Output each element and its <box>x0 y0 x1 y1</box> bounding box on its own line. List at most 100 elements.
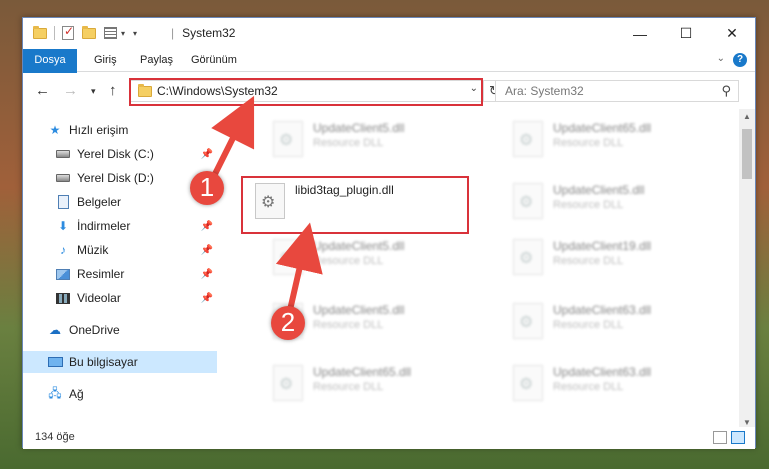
file-name: UpdateClient63.dll <box>553 365 652 379</box>
sidebar-item-onedrive[interactable]: ☁ OneDrive <box>23 319 217 341</box>
chevron-down-icon[interactable]: ▾ <box>121 29 125 38</box>
download-icon: ⬇ <box>57 219 69 233</box>
search-input[interactable]: Ara: System32 ⚲ <box>495 80 739 102</box>
file-type: Resource DLL <box>553 381 624 393</box>
file-name: UpdateClient5.dll <box>553 183 645 197</box>
search-icon[interactable]: ⚲ <box>721 83 731 99</box>
pin-icon: 📌 <box>200 220 213 232</box>
file-item[interactable]: UpdateClient65.dll Resource DLL <box>265 361 495 409</box>
dll-file-icon <box>513 183 543 219</box>
vertical-scrollbar[interactable]: ▲ ▼ <box>739 109 755 431</box>
item-count: 134 öğe <box>35 431 75 443</box>
title-bar: ▾ ▾ | System32 — ☐ ✕ <box>23 18 755 49</box>
file-item[interactable]: UpdateClient5.dll Resource DLL <box>265 235 495 283</box>
close-button[interactable]: ✕ <box>709 18 755 49</box>
forward-button[interactable]: → <box>63 82 78 99</box>
network-icon: 🖧 <box>48 385 62 400</box>
file-type: Resource DLL <box>313 381 384 393</box>
details-view-button[interactable] <box>713 431 727 444</box>
file-list: UpdateClient5.dll Resource DLL libid3tag… <box>217 109 741 431</box>
sidebar-item-label: İndirmeler <box>77 219 131 233</box>
disk-icon <box>55 147 71 161</box>
sidebar-item-network[interactable]: 🖧 Ağ <box>23 383 217 405</box>
new-folder-icon[interactable] <box>82 25 96 39</box>
disk-icon <box>55 171 71 185</box>
file-item[interactable]: UpdateClient65.dll Resource DLL <box>505 117 735 165</box>
large-icons-view-button[interactable] <box>731 431 745 444</box>
tab-paylas[interactable]: Paylaş <box>140 49 173 72</box>
star-icon: ★ <box>49 123 61 137</box>
dll-file-icon <box>273 239 303 275</box>
file-name: libid3tag_plugin.dll <box>295 183 394 197</box>
sidebar-item-this-pc[interactable]: Bu bilgisayar <box>23 351 217 373</box>
minimize-button[interactable]: — <box>617 18 663 49</box>
address-path[interactable]: C:\Windows\System32 <box>157 84 278 98</box>
sidebar-item-label: Müzik <box>77 243 109 257</box>
help-icon[interactable]: ? <box>733 53 747 67</box>
file-item[interactable]: UpdateClient19.dll Resource DLL <box>505 235 735 283</box>
music-icon: ♪ <box>60 243 66 257</box>
documents-icon <box>55 195 71 209</box>
dll-file-icon <box>273 303 303 339</box>
file-item[interactable]: UpdateClient5.dll Resource DLL <box>265 117 495 165</box>
file-item[interactable]: UpdateClient5.dll Resource DLL <box>505 179 735 227</box>
customize-toolbar-icon[interactable] <box>104 27 117 39</box>
dll-file-icon <box>513 121 543 157</box>
videos-icon <box>55 291 71 305</box>
sidebar-item-local-disk-d[interactable]: Yerel Disk (D:) <box>23 167 217 189</box>
sidebar-item-label: Bu bilgisayar <box>69 355 138 369</box>
folder-icon <box>138 84 152 97</box>
file-type: Resource DLL <box>553 199 624 211</box>
toolbar-separator <box>54 26 55 40</box>
sidebar-item-label: Belgeler <box>77 195 122 209</box>
file-name: UpdateClient63.dll <box>553 303 652 317</box>
status-bar: 134 öğe <box>23 427 755 449</box>
window-controls: — ☐ ✕ <box>617 18 755 49</box>
quick-access-toolbar: ▾ ▾ <box>33 24 137 40</box>
properties-check-icon[interactable] <box>62 24 74 40</box>
sidebar-item-downloads[interactable]: ⬇ İndirmeler 📌 <box>23 215 217 237</box>
file-item[interactable]: UpdateClient63.dll Resource DLL <box>505 361 735 409</box>
sidebar-item-videos[interactable]: Videolar 📌 <box>23 287 217 309</box>
file-name: UpdateClient5.dll <box>313 303 405 317</box>
sidebar-item-label: Yerel Disk (D:) <box>77 171 154 185</box>
sidebar-item-local-disk-c[interactable]: Yerel Disk (C:) 📌 <box>23 143 217 165</box>
dll-file-icon <box>273 365 303 401</box>
sidebar-item-documents[interactable]: Belgeler <box>23 191 217 213</box>
file-item[interactable]: UpdateClient63.dll Resource DLL <box>505 299 735 347</box>
cloud-icon: ☁ <box>49 323 61 337</box>
tab-gorunum[interactable]: Görünüm <box>191 49 237 72</box>
navigation-pane: ★ Hızlı erişim Yerel Disk (C:) 📌 Yerel D… <box>23 109 217 431</box>
toolbar-dropdown-icon[interactable]: ▾ <box>133 29 137 38</box>
sidebar-item-music[interactable]: ♪ Müzik 📌 <box>23 239 217 261</box>
file-type: Resource DLL <box>313 137 384 149</box>
maximize-button[interactable]: ☐ <box>663 18 709 49</box>
file-item-libid3tag[interactable]: libid3tag_plugin.dll <box>247 179 477 227</box>
expand-ribbon-icon[interactable]: ⌄ <box>717 53 725 64</box>
file-type: Resource DLL <box>313 319 384 331</box>
up-button[interactable]: ↑ <box>109 82 117 99</box>
sidebar-item-quick-access[interactable]: ★ Hızlı erişim <box>23 119 217 141</box>
scroll-up-icon[interactable]: ▲ <box>739 109 755 125</box>
file-item[interactable]: UpdateClient5.dll Resource DLL <box>265 299 495 347</box>
scrollbar-thumb[interactable] <box>742 129 752 179</box>
pin-icon: 📌 <box>200 148 213 160</box>
pin-icon: 📌 <box>200 268 213 280</box>
file-name: UpdateClient5.dll <box>313 121 405 135</box>
back-button[interactable]: ← <box>35 82 50 99</box>
folder-icon <box>33 25 47 39</box>
sidebar-item-label: Resimler <box>77 267 125 281</box>
view-toggle <box>713 431 745 444</box>
chevron-down-icon[interactable]: ⌄ <box>470 83 478 94</box>
computer-icon <box>47 355 63 369</box>
file-type: Resource DLL <box>553 319 624 331</box>
tab-giris[interactable]: Giriş <box>94 49 117 72</box>
sidebar-item-pictures[interactable]: Resimler 📌 <box>23 263 217 285</box>
sidebar-item-label: Yerel Disk (C:) <box>77 147 154 161</box>
pin-icon: 📌 <box>200 292 213 304</box>
window-title: | System32 <box>171 26 235 40</box>
recent-locations-icon[interactable]: ▾ <box>91 86 96 97</box>
dll-file-icon <box>513 303 543 339</box>
search-placeholder: Ara: System32 <box>505 84 584 98</box>
address-bar[interactable]: C:\Windows\System32 ⌄ <box>130 80 484 102</box>
